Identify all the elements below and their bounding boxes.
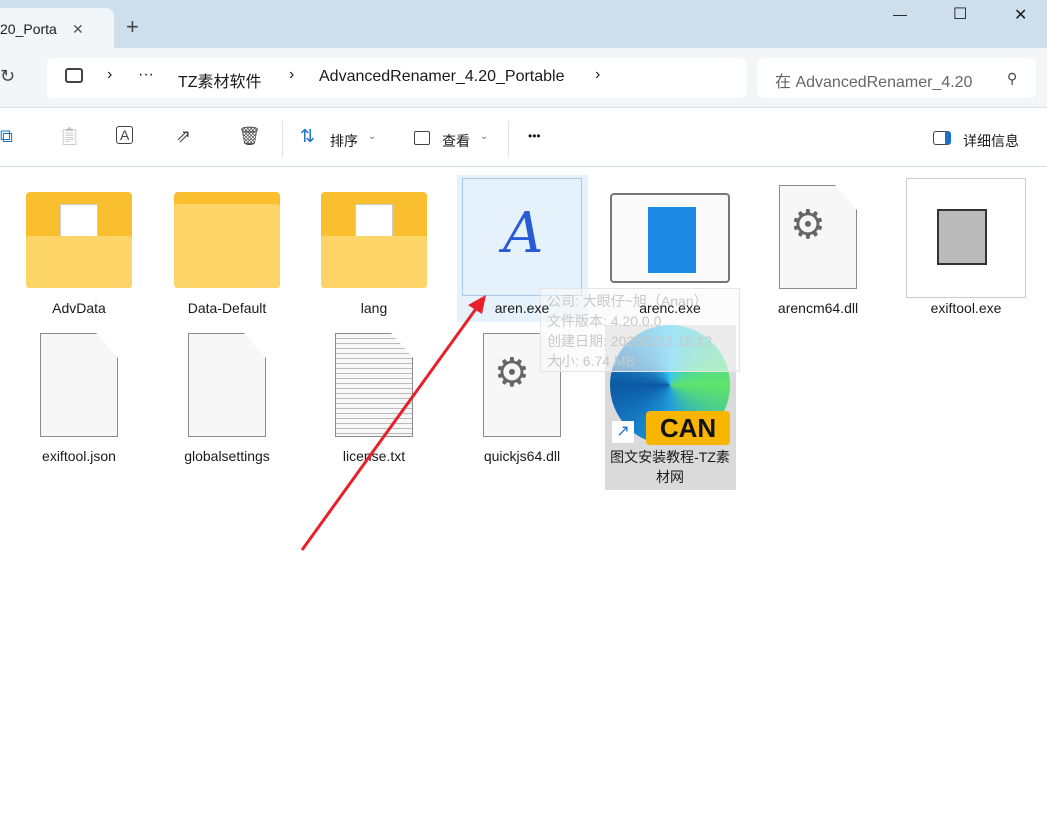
chevron-down-icon[interactable]: ⌄ bbox=[368, 131, 376, 142]
address-row: ↻ › ··· TZ素材软件 › AdvancedRenamer_4.20_Po… bbox=[0, 48, 1047, 108]
file-name: license.txt bbox=[342, 448, 406, 464]
dll-gear-icon: ⚙ bbox=[779, 185, 857, 289]
chevron-down-icon[interactable]: ⌄ bbox=[480, 131, 488, 142]
can-badge: CAN bbox=[646, 411, 730, 445]
file-name: exiftool.exe bbox=[930, 300, 1002, 316]
advanced-renamer-icon: A bbox=[462, 178, 582, 296]
minimize-button[interactable]: — bbox=[893, 6, 907, 22]
copy-icon[interactable]: ⧉ bbox=[0, 126, 13, 147]
file-name: globalsettings bbox=[184, 448, 270, 464]
file-item-license-txt[interactable]: license.txt bbox=[308, 333, 440, 473]
refresh-icon[interactable]: ↻ bbox=[0, 66, 15, 87]
file-name: 图文安装教程-TZ素材网 bbox=[610, 449, 730, 485]
file-name: AdvData bbox=[52, 300, 106, 316]
file-name: lang bbox=[360, 300, 388, 316]
rename-icon[interactable]: A bbox=[116, 126, 134, 144]
tab-current[interactable]: 20_Porta ✕ bbox=[0, 8, 114, 48]
file-item-data-default[interactable]: Data-Default bbox=[161, 180, 293, 320]
folder-icon bbox=[321, 192, 427, 288]
address-bar[interactable]: › ··· TZ素材软件 › AdvancedRenamer_4.20_Port… bbox=[47, 58, 747, 98]
view-icon[interactable] bbox=[414, 131, 430, 145]
file-name: exiftool.json bbox=[42, 448, 116, 464]
file-name: quickjs64.dll bbox=[483, 448, 561, 464]
delete-icon[interactable]: 🗑︎ bbox=[238, 126, 261, 147]
share-icon[interactable]: ⇗ bbox=[176, 126, 191, 147]
view-button[interactable]: 查看 bbox=[442, 131, 470, 151]
tab-title: 20_Porta bbox=[0, 21, 57, 37]
tooltip-size: 大小: 6.74 MB bbox=[547, 353, 635, 369]
new-tab-button[interactable]: + bbox=[126, 14, 139, 40]
maximize-button[interactable]: ☐ bbox=[953, 4, 967, 24]
chevron-icon[interactable]: › bbox=[107, 66, 112, 84]
window-app-icon bbox=[610, 193, 730, 283]
breadcrumb-current[interactable]: AdvancedRenamer_4.20_Portable bbox=[319, 68, 565, 86]
file-icon bbox=[40, 333, 118, 437]
text-file-icon bbox=[335, 333, 413, 437]
chevron-icon[interactable]: › bbox=[289, 66, 294, 84]
more-crumbs-button[interactable]: ··· bbox=[138, 66, 154, 84]
paste-icon[interactable]: 📋︎ bbox=[58, 126, 81, 147]
breadcrumb-tz[interactable]: TZ素材软件 bbox=[178, 68, 262, 92]
shortcut-arrow-icon: ↗ bbox=[612, 421, 634, 443]
file-icon bbox=[188, 333, 266, 437]
chevron-icon[interactable]: › bbox=[595, 66, 600, 84]
file-item-advdata[interactable]: AdvData bbox=[13, 180, 145, 320]
folder-icon bbox=[26, 192, 132, 288]
details-pane-icon[interactable] bbox=[933, 131, 951, 145]
file-name: arencm64.dll bbox=[777, 300, 859, 316]
file-name: Data-Default bbox=[187, 300, 267, 316]
sort-button[interactable]: 排序 bbox=[330, 131, 358, 151]
sort-icon[interactable]: ⇅ bbox=[300, 126, 315, 147]
details-button[interactable]: 详细信息 bbox=[963, 131, 1019, 151]
command-bar: ⧉ 📋︎ A ⇗ 🗑︎ ⇅ 排序 ⌄ 查看 ⌄ ••• 详细信息 bbox=[0, 109, 1047, 167]
close-window-button[interactable]: ✕ bbox=[1014, 5, 1027, 25]
file-item-arencm64-dll[interactable]: ⚙ arencm64.dll bbox=[752, 180, 884, 320]
file-item-globalsettings[interactable]: globalsettings bbox=[161, 333, 293, 473]
file-item-lang[interactable]: lang bbox=[308, 180, 440, 320]
this-pc-icon[interactable] bbox=[65, 68, 83, 83]
file-name: aren.exe bbox=[494, 300, 550, 316]
folder-icon bbox=[174, 192, 280, 288]
search-input[interactable]: 在 AdvancedRenamer_4.20 ⚲ bbox=[757, 58, 1036, 98]
title-bar: 20_Porta ✕ + — ☐ ✕ bbox=[0, 0, 1047, 48]
more-button[interactable]: ••• bbox=[528, 129, 541, 143]
camel-exe-icon bbox=[906, 178, 1026, 298]
tooltip-created: 创建日期: 2026/1/23 15:12 bbox=[547, 333, 712, 349]
file-item-exiftool-exe[interactable]: exiftool.exe bbox=[900, 178, 1032, 320]
close-tab-icon[interactable]: ✕ bbox=[72, 21, 84, 38]
search-icon: ⚲ bbox=[1007, 70, 1018, 86]
search-placeholder: 在 AdvancedRenamer_4.20 bbox=[775, 74, 973, 91]
file-item-exiftool-json[interactable]: exiftool.json bbox=[13, 333, 145, 473]
file-name: arenc.exe bbox=[639, 300, 701, 316]
